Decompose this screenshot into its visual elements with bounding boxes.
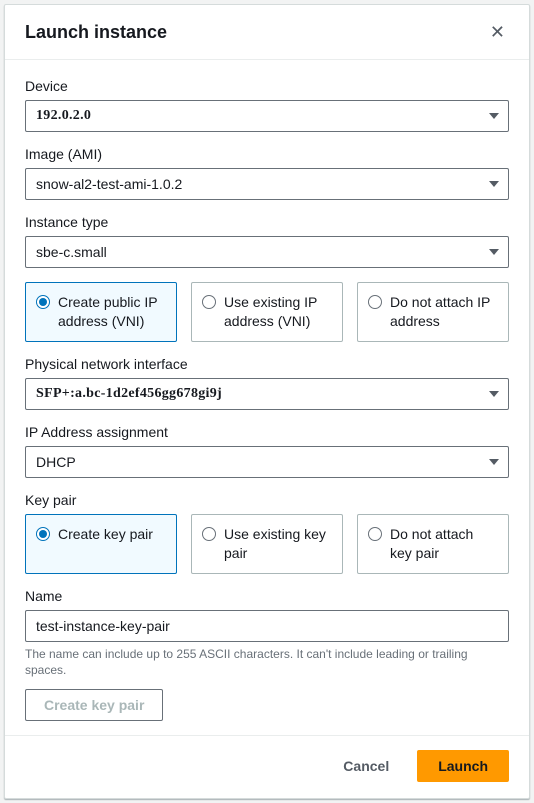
key-pair-option-existing[interactable]: Use existing key pair [191, 514, 343, 574]
key-pair-option-existing-label: Use existing key pair [224, 525, 332, 563]
radio-icon [202, 527, 216, 541]
ip-assignment-label: IP Address assignment [25, 424, 509, 440]
radio-icon [36, 295, 50, 309]
instance-type-label: Instance type [25, 214, 509, 230]
modal-header: Launch instance ✕ [5, 5, 529, 60]
radio-icon [368, 295, 382, 309]
key-pair-option-create[interactable]: Create key pair [25, 514, 177, 574]
key-pair-option-none[interactable]: Do not attach key pair [357, 514, 509, 574]
device-select[interactable]: 192.0.2.0 [25, 100, 509, 132]
radio-icon [368, 527, 382, 541]
modal-title: Launch instance [25, 22, 167, 43]
instance-type-select[interactable]: sbe-c.small [25, 236, 509, 268]
modal-footer: Cancel Launch [5, 735, 529, 798]
physical-network-label: Physical network interface [25, 356, 509, 372]
close-button[interactable]: ✕ [486, 19, 509, 45]
radio-icon [36, 527, 50, 541]
instance-type-value: sbe-c.small [36, 244, 107, 260]
launch-button[interactable]: Launch [417, 750, 509, 782]
key-pair-option-none-label: Do not attach key pair [390, 525, 498, 563]
device-value: 192.0.2.0 [36, 108, 91, 124]
ip-assignment-value: DHCP [36, 454, 76, 470]
physical-network-select[interactable]: SFP+:a.bc-1d2ef456gg678gi9j [25, 378, 509, 410]
key-pair-label: Key pair [25, 492, 509, 508]
ip-option-existing[interactable]: Use existing IP address (VNI) [191, 282, 343, 342]
image-select[interactable]: snow-al2-test-ami-1.0.2 [25, 168, 509, 200]
key-pair-option-create-label: Create key pair [58, 525, 153, 544]
ip-option-none-label: Do not attach IP address [390, 293, 498, 331]
launch-instance-modal: Launch instance ✕ Device 192.0.2.0 Image… [4, 4, 530, 799]
device-label: Device [25, 78, 509, 94]
radio-icon [202, 295, 216, 309]
ip-assignment-select[interactable]: DHCP [25, 446, 509, 478]
name-input[interactable] [25, 610, 509, 642]
ip-option-none[interactable]: Do not attach IP address [357, 282, 509, 342]
close-icon: ✕ [490, 22, 505, 42]
create-key-pair-button[interactable]: Create key pair [25, 689, 163, 721]
name-label: Name [25, 588, 509, 604]
ip-options-group: Create public IP address (VNI) Use exist… [25, 282, 509, 342]
ip-option-create-label: Create public IP address (VNI) [58, 293, 166, 331]
name-hint: The name can include up to 255 ASCII cha… [25, 646, 509, 680]
cancel-button[interactable]: Cancel [325, 750, 407, 782]
image-label: Image (AMI) [25, 146, 509, 162]
image-value: snow-al2-test-ami-1.0.2 [36, 176, 182, 192]
key-pair-options-group: Create key pair Use existing key pair Do… [25, 514, 509, 574]
ip-option-create[interactable]: Create public IP address (VNI) [25, 282, 177, 342]
physical-network-value: SFP+:a.bc-1d2ef456gg678gi9j [36, 386, 222, 402]
ip-option-existing-label: Use existing IP address (VNI) [224, 293, 332, 331]
